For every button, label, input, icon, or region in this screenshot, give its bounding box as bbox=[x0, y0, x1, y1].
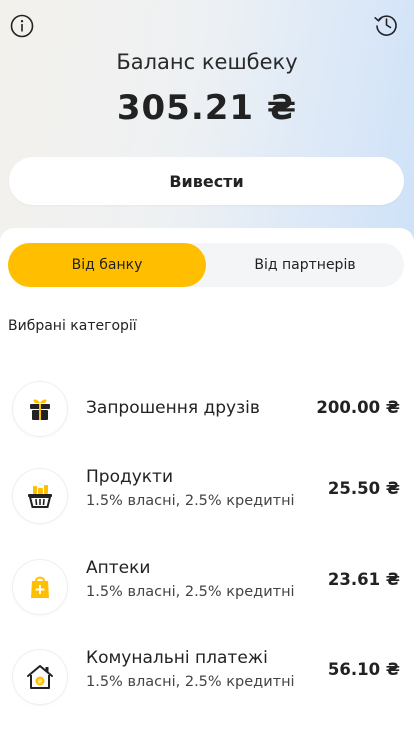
category-rates: 1.5% власні, 2.5% кредитні bbox=[86, 674, 295, 690]
withdraw-button[interactable]: Вивести bbox=[9, 157, 404, 205]
balance-amount: 305.21 ₴ bbox=[116, 88, 298, 128]
balance-title: Баланс кешбеку bbox=[116, 50, 298, 74]
category-rates: 1.5% власні, 2.5% кредитні bbox=[86, 584, 295, 600]
balance-header: Баланс кешбеку 305.21 ₴ Вивести bbox=[0, 0, 414, 240]
category-amount: 200.00 ₴ bbox=[316, 398, 400, 417]
category-name: Комунальні платежі bbox=[86, 648, 268, 668]
category-rates: 1.5% власні, 2.5% кредитні bbox=[86, 493, 295, 509]
category-amount: 25.50 ₴ bbox=[327, 479, 400, 498]
history-icon[interactable] bbox=[372, 10, 400, 38]
category-name: Продукти bbox=[86, 467, 174, 487]
info-icon[interactable] bbox=[8, 12, 36, 40]
tab-from-bank[interactable]: Від банку bbox=[8, 243, 206, 287]
category-amount: 56.10 ₴ bbox=[327, 660, 400, 679]
category-row-groceries[interactable]: Продукти 1.5% власні, 2.5% кредитні 25.5… bbox=[0, 467, 414, 527]
category-amount: 23.61 ₴ bbox=[327, 570, 400, 589]
source-tabs: Від банку Від партнерів bbox=[8, 243, 404, 287]
category-name: Запрошення друзів bbox=[86, 398, 260, 418]
pharmacy-bag-icon bbox=[13, 560, 67, 614]
category-name: Аптеки bbox=[86, 558, 151, 578]
category-row-invite-friends[interactable]: Запрошення друзів 200.00 ₴ bbox=[0, 380, 414, 440]
category-row-utilities[interactable]: ₴ Комунальні платежі 1.5% власні, 2.5% к… bbox=[0, 648, 414, 708]
gift-icon bbox=[13, 382, 67, 436]
house-utilities-icon: ₴ bbox=[13, 650, 67, 704]
categories-sheet: Від банку Від партнерів Вибрані категорі… bbox=[0, 228, 414, 730]
category-row-pharmacies[interactable]: Аптеки 1.5% власні, 2.5% кредитні 23.61 … bbox=[0, 558, 414, 618]
cashback-screen: Баланс кешбеку 305.21 ₴ Вивести Від банк… bbox=[0, 0, 414, 730]
tab-from-partners[interactable]: Від партнерів bbox=[206, 243, 404, 287]
svg-text:₴: ₴ bbox=[37, 678, 42, 686]
section-title: Вибрані категорії bbox=[8, 318, 137, 334]
grocery-basket-icon bbox=[13, 469, 67, 523]
